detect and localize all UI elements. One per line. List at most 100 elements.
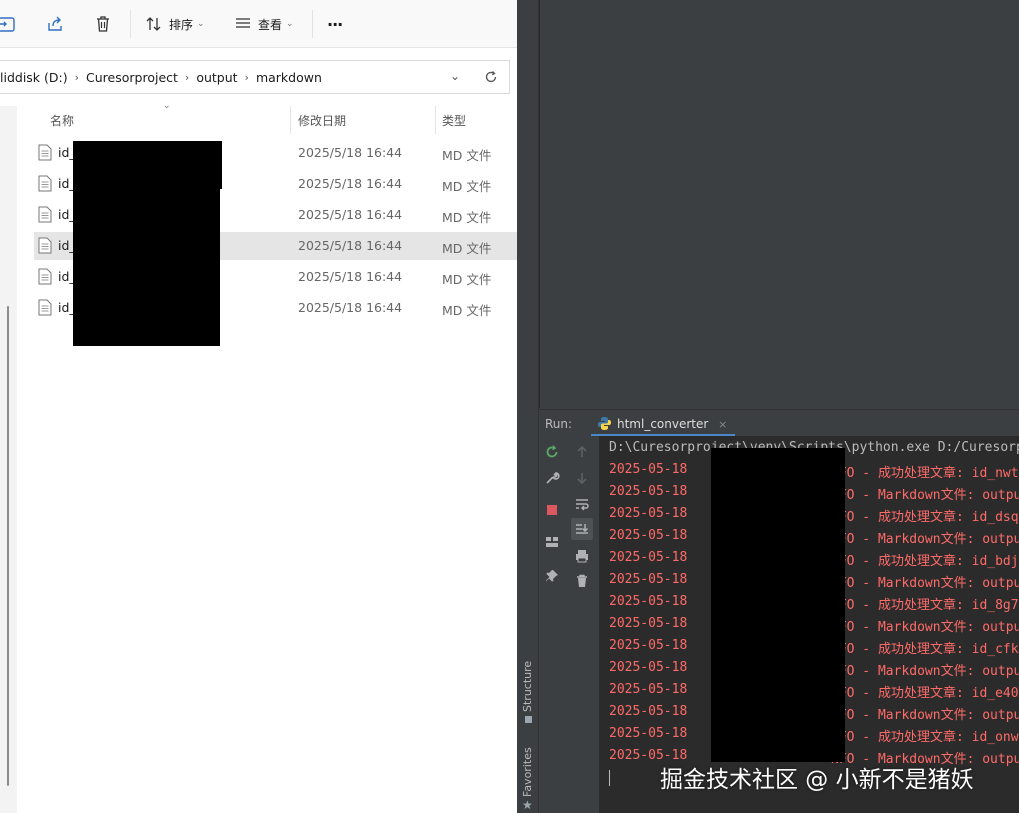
log-timestamp: 2025-05-18	[609, 594, 688, 609]
log-timestamp: 2025-05-18	[609, 660, 688, 675]
log-message: NFO - 成功处理文章: id_onwo	[831, 730, 1019, 745]
sort-label: 排序	[169, 17, 194, 32]
run-tab-label: html_converter	[617, 417, 709, 431]
column-divider[interactable]	[435, 106, 436, 134]
log-timestamp: 2025-05-18	[609, 550, 688, 565]
document-icon	[38, 144, 52, 161]
structure-tab[interactable]: Structure	[521, 661, 534, 712]
more-options-button[interactable]: ···	[327, 12, 343, 36]
editor-area	[539, 0, 1019, 408]
run-console-output[interactable]: D:\Curesorproject\venv\Scripts\python.ex…	[599, 436, 1019, 813]
log-timestamp: 2025-05-18	[609, 484, 688, 499]
view-icon	[236, 18, 250, 28]
log-timestamp: 2025-05-18	[609, 638, 688, 653]
redaction-block	[73, 185, 220, 346]
view-button[interactable]: 查看 ⌄	[234, 12, 294, 36]
refresh-icon[interactable]	[484, 70, 498, 84]
log-message: NFO - Markdown文件: outpu	[831, 620, 1019, 635]
column-header-name[interactable]: 名称	[50, 112, 74, 129]
chevron-right-icon[interactable]: ›	[71, 71, 83, 84]
log-timestamp: 2025-05-18	[609, 616, 688, 631]
file-date: 2025/5/18 16:44	[298, 238, 403, 253]
sort-button[interactable]: 排序 ⌄	[145, 12, 205, 36]
navigation-scrollbar[interactable]	[7, 306, 9, 786]
copy-path-button[interactable]	[0, 12, 16, 36]
chevron-right-icon[interactable]: ›	[241, 71, 253, 84]
watermark: 掘金技术社区 @ 小新不是猪妖	[660, 767, 974, 793]
log-timestamp: 2025-05-18	[609, 528, 688, 543]
redaction-block	[711, 448, 845, 762]
run-panel-label: Run:	[545, 417, 573, 431]
ide-window: Structure Favorites ★ Run: html_converte…	[517, 0, 1019, 813]
column-header-type[interactable]: 类型	[442, 112, 466, 129]
print-icon[interactable]	[574, 548, 590, 564]
document-icon	[38, 268, 52, 285]
file-type: MD 文件	[442, 148, 492, 163]
trash-icon	[97, 16, 109, 32]
toolbar-divider	[130, 10, 131, 38]
navigation-pane	[0, 106, 17, 813]
pin-icon[interactable]	[544, 568, 560, 584]
file-explorer-window: 排序 ⌄ 查看 ⌄ ··· liddisk (D:) › Curesorproj…	[0, 0, 517, 813]
chevron-down-icon: ⌄	[197, 19, 205, 29]
file-type: MD 文件	[442, 241, 492, 256]
chevron-right-icon[interactable]: ›	[181, 71, 193, 84]
star-icon: ★	[522, 798, 533, 812]
soft-wrap-icon[interactable]	[574, 496, 590, 512]
address-dropdown-button[interactable]: ⌄	[450, 69, 460, 83]
log-message: NFO - 成功处理文章: id_bdj1	[831, 554, 1019, 569]
toolbar-divider	[312, 10, 313, 38]
run-toolbar-secondary	[565, 436, 599, 813]
sort-icon	[146, 17, 161, 31]
favorites-tab[interactable]: Favorites	[521, 747, 534, 797]
log-message: NFO - 成功处理文章: id_8g7m	[831, 598, 1019, 613]
file-type: MD 文件	[442, 179, 492, 194]
explorer-toolbar: 排序 ⌄ 查看 ⌄ ···	[0, 0, 517, 48]
document-icon	[38, 237, 52, 254]
column-header-date[interactable]: 修改日期	[298, 112, 346, 129]
file-type: MD 文件	[442, 272, 492, 287]
breadcrumb-output[interactable]: output	[193, 70, 240, 85]
address-bar[interactable]: liddisk (D:) › Curesorproject › output ›…	[0, 60, 510, 94]
trash-icon[interactable]	[574, 573, 590, 589]
log-timestamp: 2025-05-18	[609, 682, 688, 697]
log-message: NFO - 成功处理文章: id_cfk3	[831, 642, 1019, 657]
rerun-icon[interactable]	[544, 444, 560, 460]
log-message: NFO - Markdown文件: outpu	[831, 576, 1019, 591]
share-button[interactable]	[46, 12, 64, 36]
breadcrumb-markdown[interactable]: markdown	[253, 70, 325, 85]
document-icon	[38, 175, 52, 192]
redaction-block	[73, 141, 222, 189]
wrench-icon[interactable]	[544, 470, 560, 486]
run-tab-html-converter[interactable]: html_converter ×	[591, 410, 736, 437]
copy-path-icon	[0, 17, 15, 32]
breadcrumb-drive[interactable]: liddisk (D:)	[0, 70, 71, 85]
file-date: 2025/5/18 16:44	[298, 300, 403, 315]
log-message: NFO - 成功处理文章: id_dsq5	[831, 510, 1019, 525]
document-icon	[38, 299, 52, 316]
breadcrumb-project[interactable]: Curesorproject	[83, 70, 181, 85]
delete-button[interactable]	[94, 12, 112, 36]
arrow-up-icon[interactable]	[574, 444, 590, 460]
structure-icon	[525, 716, 532, 723]
file-date: 2025/5/18 16:44	[298, 145, 403, 160]
tool-window-strip: Structure Favorites ★	[517, 0, 539, 813]
log-timestamp: 2025-05-18	[609, 572, 688, 587]
log-message: NFO - 成功处理文章: id_e40t	[831, 686, 1019, 701]
log-message: NFO - Markdown文件: outpu	[831, 664, 1019, 679]
scroll-to-end-toggle[interactable]	[571, 518, 593, 540]
python-icon	[598, 417, 611, 430]
run-panel-header: Run: html_converter ×	[539, 409, 1019, 437]
scroll-to-end-icon	[576, 524, 589, 534]
stop-icon[interactable]	[544, 502, 560, 518]
log-message: NFO - 成功处理文章: id_nwt5	[831, 466, 1019, 481]
file-date: 2025/5/18 16:44	[298, 269, 403, 284]
log-timestamp: 2025-05-18	[609, 704, 688, 719]
close-tab-icon[interactable]: ×	[718, 418, 727, 431]
column-divider[interactable]	[290, 106, 291, 134]
arrow-down-icon[interactable]	[574, 470, 590, 486]
log-message: NFO - Markdown文件: outpu	[831, 488, 1019, 503]
share-icon	[48, 16, 62, 31]
view-label: 查看	[258, 17, 283, 32]
layout-icon[interactable]	[544, 534, 560, 550]
